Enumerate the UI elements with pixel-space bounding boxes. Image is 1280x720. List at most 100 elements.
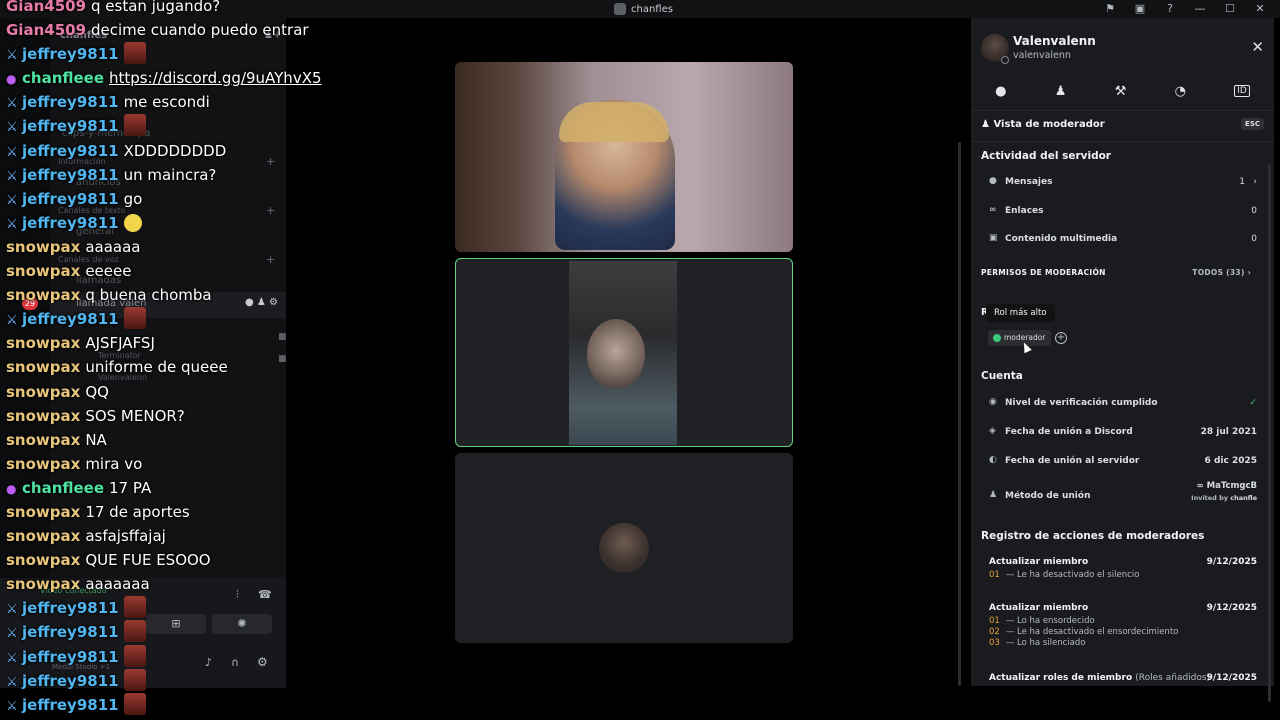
video-tile-streamer[interactable]: [455, 62, 793, 252]
esc-button[interactable]: ESC: [1241, 118, 1264, 130]
perms-all-link[interactable]: TODOS (33): [1192, 268, 1244, 277]
profile-display-name: Valenvalenn: [1013, 34, 1096, 48]
chat-text: decime cuando puedo entrar: [91, 21, 309, 40]
sword-badge-icon: ⚔: [6, 698, 18, 714]
mic-badge-icon: ●: [6, 72, 17, 87]
mod-view-label: Vista de moderador: [993, 119, 1105, 130]
mod-log-title: Registro de acciones de moderadores: [981, 530, 1205, 542]
chat-username: Gian4509: [6, 0, 87, 15]
close-icon[interactable]: ✕: [1251, 38, 1264, 56]
face-emote-icon: [123, 668, 146, 691]
chat-username: snowpax: [6, 406, 81, 425]
activity-row-links[interactable]: ∞ Enlaces 0: [981, 198, 1257, 224]
sword-badge-icon: ⚔: [6, 120, 18, 136]
sword-badge-icon: ⚔: [6, 216, 18, 232]
mod-view-panel: Valenvalenn valenvalenn ✕ ● ♟ ⚒ ◔ ID ♟ V…: [971, 18, 1274, 702]
verified-icon: ◉: [989, 397, 997, 407]
friend-icon[interactable]: ♟: [1055, 84, 1067, 99]
chat-message: snowpax QQ: [6, 380, 316, 404]
tooltip-highest-role: Rol más alto: [986, 304, 1055, 322]
chat-text: q estan jugando?: [91, 0, 221, 15]
chat-message: ⚔ jeffrey9811: [6, 644, 316, 669]
chat-message: snowpax SOS MENOR?: [6, 404, 316, 428]
chat-message: ● chanfleee 17 PA: [6, 476, 316, 500]
help-icon[interactable]: ?: [1162, 2, 1178, 15]
inviter-name[interactable]: chanfle: [1230, 494, 1257, 502]
face-emote-icon: [123, 620, 146, 643]
chat-username: snowpax: [6, 527, 81, 546]
smile-emote-icon: [123, 213, 142, 232]
chat-message: ⚔ jeffrey9811 me escondi: [6, 90, 316, 114]
chat-username: snowpax: [6, 502, 81, 521]
chat-link[interactable]: https://discord.gg/9uAYhvX5: [109, 69, 322, 87]
sword-badge-icon: ⚔: [6, 602, 18, 618]
chat-text: uniforme de queee: [85, 358, 228, 377]
chat-username: snowpax: [6, 262, 81, 281]
chat-username: snowpax: [6, 358, 81, 377]
panel-scrollbar[interactable]: [1268, 164, 1271, 702]
maximize-icon[interactable]: ☐: [1222, 2, 1238, 15]
chat-username: jeffrey9811: [22, 165, 119, 184]
chat-text: NA: [85, 430, 107, 449]
sword-badge-icon: ⚔: [6, 168, 18, 184]
face-emote-icon: [123, 644, 146, 667]
face-emote-icon: [123, 114, 146, 137]
mod-log-entry[interactable]: Actualizar roles de miembro (Roles añadi…: [989, 673, 1257, 686]
chat-username: chanfleee: [22, 478, 105, 497]
sword-badge-icon: ⚔: [6, 313, 18, 329]
chat-username: snowpax: [6, 382, 81, 401]
media-icon: ▣: [989, 233, 998, 243]
chat-message: ⚔ jeffrey9811: [6, 596, 316, 620]
face-emote-icon: [123, 596, 146, 619]
mic-badge-icon: ●: [6, 481, 17, 496]
chat-username: snowpax: [6, 430, 81, 449]
chat-text: aaaaaaa: [85, 575, 150, 594]
chat-message: snowpax q buena chomba: [6, 283, 316, 307]
chat-username: jeffrey9811: [22, 310, 119, 329]
activity-row-messages[interactable]: ● Mensajes 1 ›: [981, 169, 1257, 195]
activity-icon[interactable]: ◔: [1175, 84, 1186, 99]
video-tile-terminator[interactable]: [455, 453, 793, 643]
join-method-icon: ♟: [989, 490, 998, 500]
server-icon: [614, 3, 626, 15]
chat-message: Gian4509 decime cuando puedo entrar: [6, 18, 316, 42]
chat-message: ⚔ jeffrey9811: [6, 620, 316, 644]
chat-message: snowpax mira vo: [6, 452, 316, 476]
id-icon[interactable]: ID: [1234, 85, 1250, 97]
mod-permissions-row[interactable]: PERMISOS DE MODERACIÓN TODOS (33) ›: [981, 268, 1261, 277]
chat-text: QQ: [85, 382, 109, 401]
screen-share-icon[interactable]: ▣: [1132, 2, 1148, 15]
stage-scrollbar[interactable]: [958, 142, 961, 686]
chat-message: ⚔ jeffrey9811: [6, 692, 316, 717]
chat-username: jeffrey9811: [22, 695, 119, 714]
profile-header: Valenvalenn valenvalenn ✕: [971, 18, 1274, 82]
chat-username: Gian4509: [6, 21, 87, 40]
message-icon[interactable]: ●: [995, 84, 1006, 99]
chat-text: asfajsffajaj: [85, 527, 166, 546]
close-icon[interactable]: ✕: [1252, 2, 1268, 15]
minimize-icon[interactable]: —: [1192, 2, 1208, 15]
chat-username: jeffrey9811: [22, 141, 119, 160]
invite-code[interactable]: MaTcmgcB: [1207, 481, 1257, 491]
chat-message: snowpax asfajsffajaj: [6, 524, 316, 548]
chat-username: jeffrey9811: [22, 671, 119, 690]
link-icon: ∞: [989, 205, 997, 215]
activity-row-media[interactable]: ▣ Contenido multimedia 0: [981, 226, 1257, 252]
chat-message: ⚔ jeffrey9811: [6, 211, 316, 235]
moderation-icon[interactable]: ⚒: [1115, 84, 1127, 99]
sword-badge-icon: ⚔: [6, 650, 18, 666]
role-color-dot: [993, 334, 1001, 342]
mod-log-entry[interactable]: Actualizar miembro 9/12/2025 01— Le ha d…: [989, 557, 1257, 580]
flag-icon[interactable]: ⚑: [1102, 2, 1118, 15]
chat-username: snowpax: [6, 237, 81, 256]
video-tile-valenvalenn[interactable]: [455, 258, 793, 447]
mod-log-entry[interactable]: Actualizar miembro 9/12/2025 01— Lo ha e…: [989, 603, 1257, 648]
chat-message: ⚔ jeffrey9811 XDDDDDDDD: [6, 139, 316, 163]
link-icon: ∞: [1196, 481, 1207, 491]
message-icon: ●: [989, 176, 997, 186]
check-icon: ✓: [1249, 398, 1257, 408]
activity-section-title: Actividad del servidor: [981, 150, 1111, 162]
chat-text: un maincra?: [123, 165, 217, 184]
add-role-button[interactable]: +: [1055, 332, 1067, 344]
chat-text: XDDDDDDDD: [123, 141, 227, 160]
